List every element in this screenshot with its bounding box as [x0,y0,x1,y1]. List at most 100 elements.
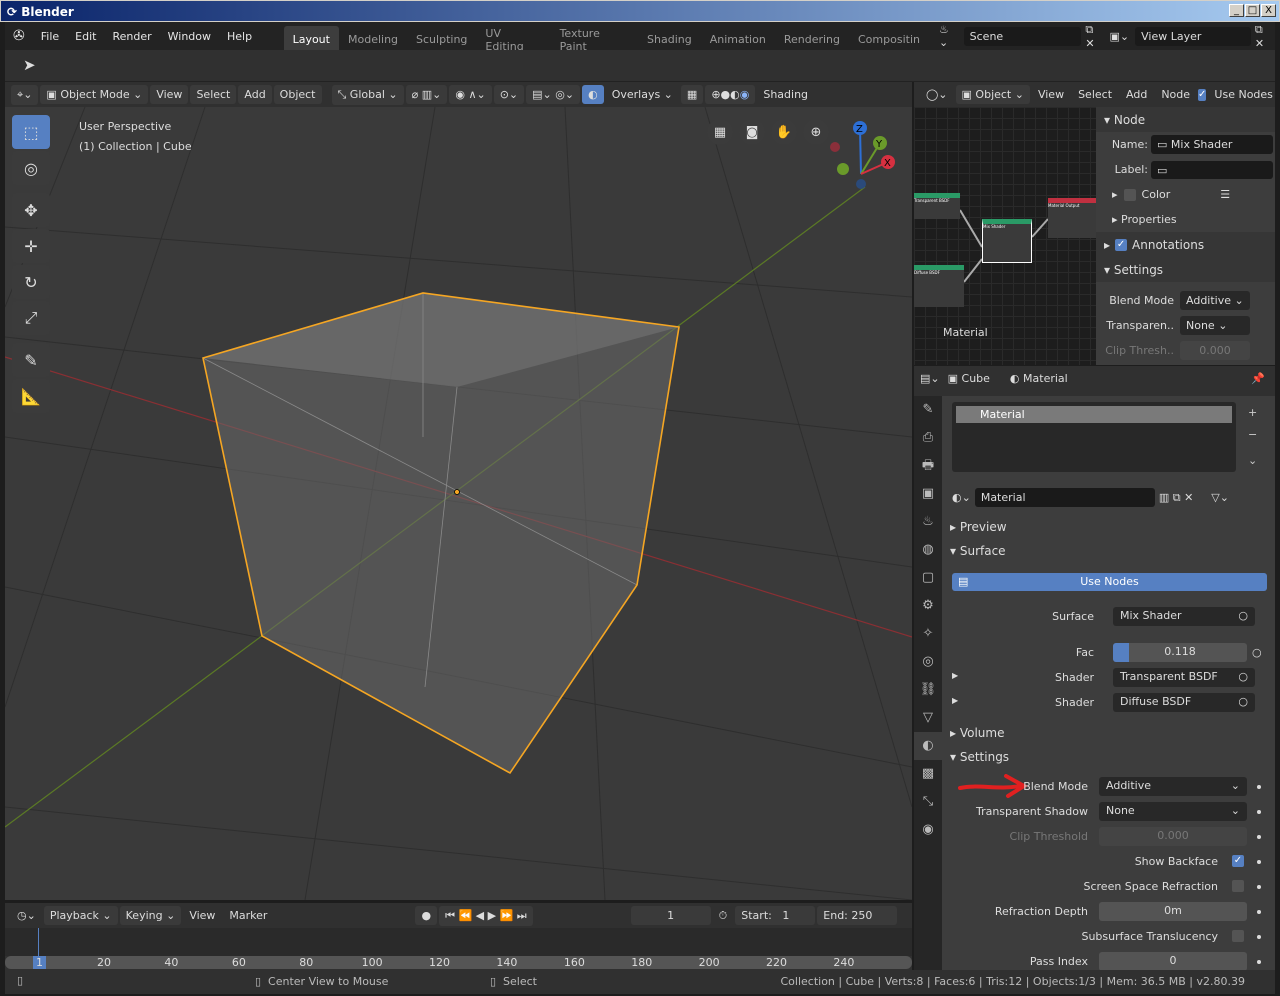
remove-slot-button[interactable]: − [1248,424,1257,446]
current-frame-field[interactable]: 1 [630,906,711,925]
constraints-tab-icon[interactable]: ⛓ [914,676,942,704]
node-shadow-dropdown[interactable]: None ⌄ [1180,316,1250,335]
menu-render[interactable]: Render [104,30,159,43]
node-mix-shader[interactable]: Mix Shader [982,219,1032,263]
scale-tool[interactable]: ⤢ [12,301,50,335]
particles-tab-icon[interactable]: ✧ [914,620,942,648]
persp-toggle-icon[interactable]: ▦ [707,119,733,145]
clip-threshold-field[interactable]: 0.000 [1099,827,1247,846]
tab-modeling[interactable]: Modeling [339,26,407,52]
node-menu-add[interactable]: Add [1120,85,1153,104]
marker-menu[interactable]: Marker [223,906,273,925]
node-name-field[interactable]: ▭ Mix Shader [1151,135,1273,154]
overlays-toggle[interactable]: ◐ [582,85,604,104]
pass-index-field[interactable]: 0 [1099,952,1247,970]
end-frame-field[interactable]: End: 250 [817,906,898,925]
xray-icon[interactable]: ▦ [680,85,704,104]
menu-window[interactable]: Window [160,30,219,43]
shading-modes[interactable]: ⊕●◐◉ [705,85,756,104]
frame-scrubber[interactable]: 1 20 40 60 80 100 120 140 160 180 200 220 240 [5,956,912,969]
slot-specials-button[interactable]: ⌄ [1248,450,1257,472]
scene-tab-icon[interactable]: ♨ [914,508,942,536]
stopwatch-icon[interactable]: ⏱ [713,906,734,926]
close-button[interactable]: X [1261,4,1276,17]
annotations-panel[interactable]: ▸ ✓ Annotations [1096,232,1275,257]
move-tool[interactable]: ✛ [12,229,50,263]
select-cursor-icon[interactable]: ➤ [23,56,36,74]
scene-field[interactable]: Scene [963,26,1082,46]
refraction-depth-field[interactable]: 0m [1099,902,1247,921]
timeline-area[interactable] [5,928,912,956]
record-button[interactable]: ● [415,906,438,925]
tool-tab-icon[interactable]: ✎ [914,396,942,424]
output-tab-icon[interactable]: 🖶 [914,452,942,480]
preview-panel[interactable]: ▸ Preview [942,514,1275,539]
timeline-view-menu[interactable]: View [183,906,221,925]
snap-icon[interactable]: ⌀ ▥⌄ [405,85,448,104]
material-tab-icon[interactable]: ◐ [914,732,942,760]
color-subpanel[interactable]: ▸ Color ☰ [1096,182,1275,207]
annotate-tool[interactable]: ✎ [12,343,50,377]
node-menu-view[interactable]: View [1032,85,1070,104]
render-tab-icon[interactable]: ⎙ [914,424,942,452]
viewport-menu-select[interactable]: Select [190,85,237,104]
object-tab-icon[interactable]: ▢ [914,564,942,592]
node-clip-field[interactable]: 0.000 [1180,341,1250,360]
view-layer-icon[interactable]: ▣⌄ [1109,30,1129,43]
tab-animation[interactable]: Animation [701,26,775,52]
fac-socket-icon[interactable]: ○ [1252,646,1262,659]
measure-tool[interactable]: 📐 [12,379,50,413]
object-breadcrumb[interactable]: ▣ Cube [948,372,990,385]
node-material-output[interactable]: Material Output [1048,198,1096,238]
shader1-field[interactable]: Transparent BSDF ○ [1113,668,1255,687]
pin-icon[interactable]: 📌 [1251,372,1265,385]
show-backface-checkbox[interactable]: ✓ [1232,855,1244,867]
use-nodes-checkbox[interactable]: ✓ [1198,88,1207,101]
settings-panel[interactable]: ▾ Settings [942,744,1275,769]
node-label-field[interactable]: ▭ [1151,160,1273,179]
shader-type-dropdown[interactable]: ▣ Object ⌄ [955,85,1030,104]
node-transparent-bsdf[interactable]: Transparent BSDF [914,193,960,219]
fake-user-icon[interactable]: ▥ ⧉ ✕ [1159,491,1193,505]
node-menu-node[interactable]: Node [1155,85,1196,104]
node-panel-header[interactable]: ▾ Node [1096,107,1275,132]
pan-hand-icon[interactable]: ✋ [771,119,797,145]
maximize-button[interactable]: □ [1245,4,1260,17]
select-box-tool[interactable]: ⬚ [12,115,50,149]
view-layer-field[interactable]: View Layer [1135,26,1251,46]
shadow-mode-dropdown[interactable]: None ⌄ [1099,802,1247,821]
tab-sculpting[interactable]: Sculpting [407,26,476,52]
viewport-menu-view[interactable]: View [150,85,189,104]
keying-menu[interactable]: Keying ⌄ [119,906,182,925]
navigation-gizmo[interactable]: Z Y X [825,119,905,199]
material-name-field[interactable]: Material [974,488,1155,507]
cursor-tool[interactable]: ◎ [12,151,50,185]
texture-tab-icon[interactable]: ▩ [914,760,942,788]
annotations-checkbox[interactable]: ✓ [1115,238,1128,251]
ssr-checkbox[interactable] [1232,880,1244,892]
pivot-icon[interactable]: ⊙⌄ [493,85,525,104]
surface-panel[interactable]: ▾ Surface [942,538,1275,563]
blender-menu-icon[interactable]: ✇ [5,28,33,44]
volume-panel[interactable]: ▸ Volume [942,720,1275,745]
view-layer-tab-icon[interactable]: ▣ [914,480,942,508]
tab-layout[interactable]: Layout [283,26,339,52]
scene-icon[interactable]: ♨⌄ [939,23,958,49]
3d-viewport[interactable]: User Perspective (1) Collection | Cube ▦ … [5,107,912,900]
node-blend-mode-dropdown[interactable]: Additive ⌄ [1180,291,1250,310]
modifier-tab-icon[interactable]: ⚙ [914,592,942,620]
timeline-editor-type-icon[interactable]: ◷⌄ [11,906,42,925]
editor-type-icon[interactable]: ⌖⌄ [11,84,39,105]
node-menu-select[interactable]: Select [1072,85,1118,104]
material-browse-icon[interactable]: ◐⌄ [952,491,971,504]
bone-tab-icon[interactable]: ⤡ [914,788,942,816]
menu-help[interactable]: Help [219,30,260,43]
menu-edit[interactable]: Edit [67,30,104,43]
physics-tab-icon[interactable]: ◎ [914,648,942,676]
minimize-button[interactable]: _ [1229,4,1244,17]
sss-checkbox[interactable] [1232,930,1244,942]
material-breadcrumb[interactable]: ◐ Material [1010,372,1068,385]
view-object-types-icon[interactable]: ▤⌄ ◎⌄ [526,85,581,104]
add-slot-button[interactable]: + [1248,402,1257,424]
data-tab-icon[interactable]: ▽ [914,704,942,732]
